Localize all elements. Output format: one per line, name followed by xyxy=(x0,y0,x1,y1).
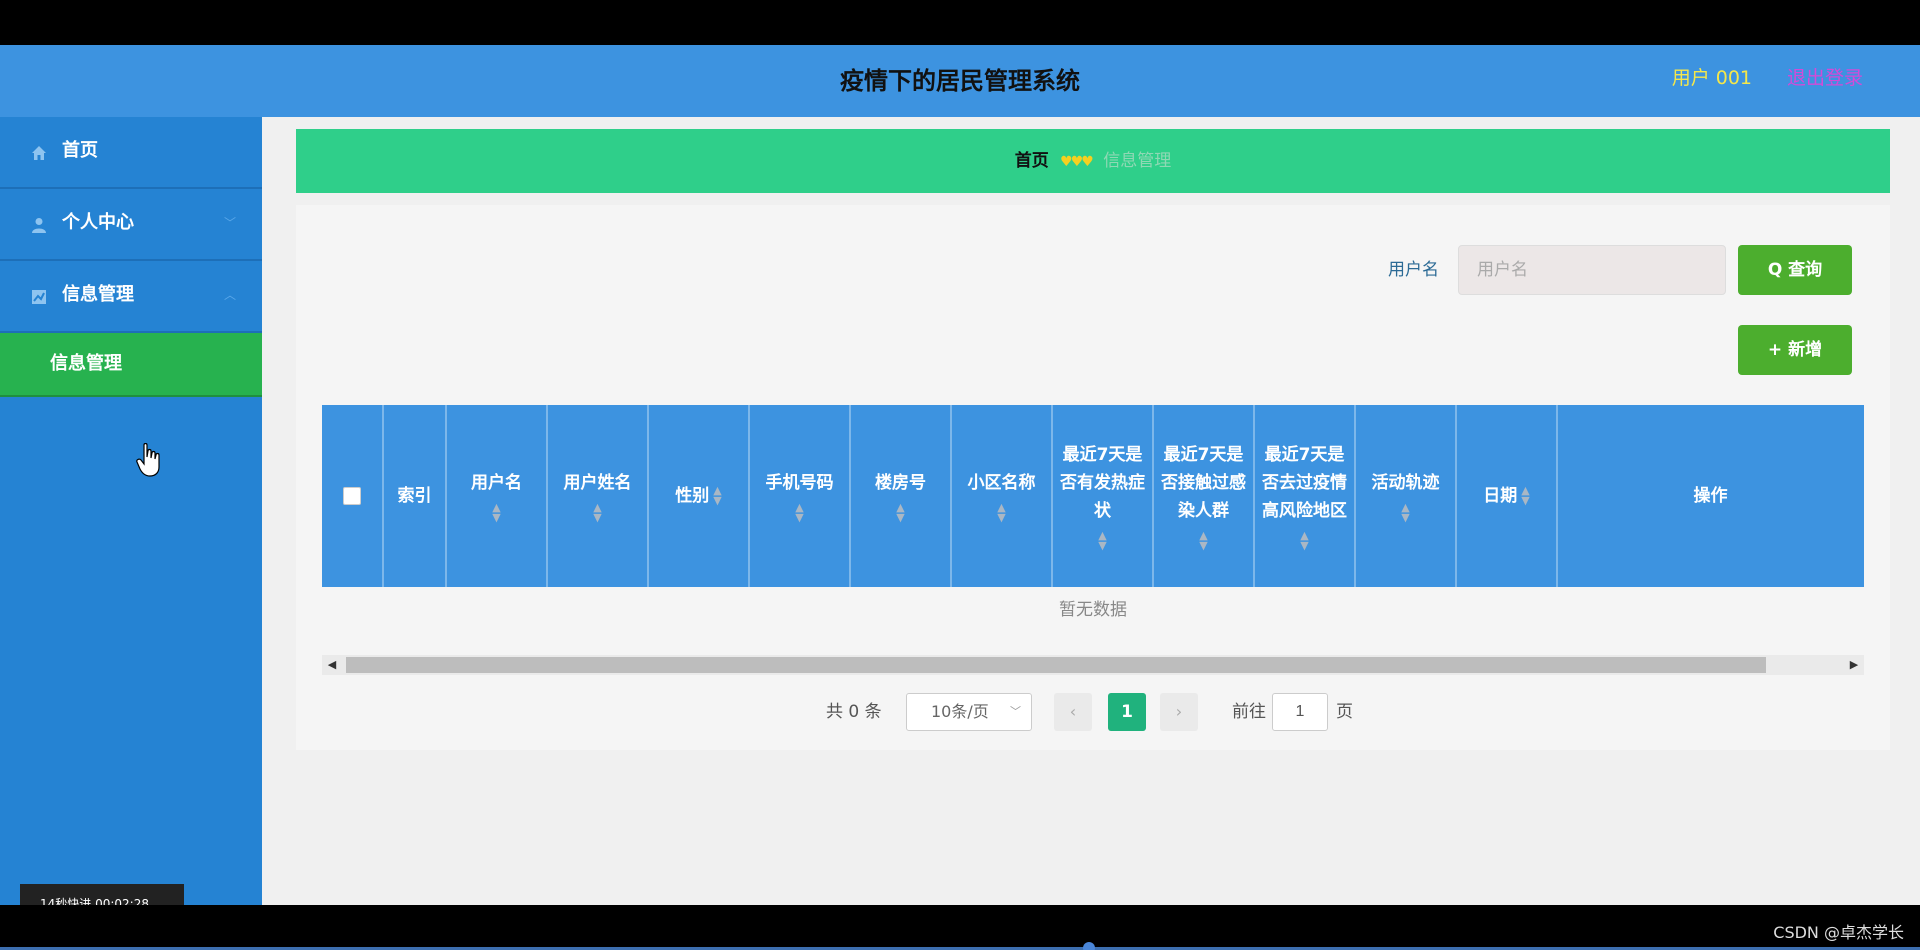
system-title: 疫情下的居民管理系统 xyxy=(840,67,1080,95)
select-all-checkbox[interactable] xyxy=(343,487,361,505)
table-column-header[interactable]: 用户名 ▲ ▼ xyxy=(447,405,548,587)
sidebar-item-label: 信息管理 xyxy=(62,284,134,305)
video-bottom-bar: CSDN @卓杰学长 xyxy=(0,905,1920,950)
sort-icon[interactable]: ▲ ▼ xyxy=(1098,530,1106,551)
sort-icon[interactable]: ▲ ▼ xyxy=(795,502,803,523)
breadcrumb-current: 信息管理 xyxy=(1103,151,1172,171)
table-column-header[interactable]: 手机号码 ▲ ▼ xyxy=(750,405,851,587)
pagination: 共 0 条 10条/页 ﹀ ‹ 1 › 前往 页 xyxy=(296,693,1890,731)
search-label: 用户名 xyxy=(1388,260,1439,280)
sidebar-item-label: 首页 xyxy=(62,140,98,161)
horizontal-scrollbar[interactable]: ◀ ▶ xyxy=(322,655,1864,675)
sidebar-item-info-management[interactable]: 信息管理 ︿ xyxy=(0,261,262,333)
table-column-header: 操作 xyxy=(1558,405,1863,587)
query-button[interactable]: Q 查询 xyxy=(1738,245,1852,295)
sort-icon[interactable]: ▲ ▼ xyxy=(1300,530,1308,551)
data-table: 索引 用户名 ▲ ▼ 用户姓名 ▲ ▼ 性别 ▲ ▼ 手机号码 ▲ ▼ 楼房号 ▲ ▼ 小区名称 ▲ ▼ 最近7天是否… xyxy=(322,405,1864,587)
sort-icon[interactable]: ▲ ▼ xyxy=(492,502,500,523)
table-column-header[interactable]: 最近7天是否去过疫情高风险地区 ▲ ▼ xyxy=(1255,405,1356,587)
column-label: 最近7天是否有发热症状 xyxy=(1060,445,1145,521)
breadcrumb: 首页 ♥♥♥ 信息管理 xyxy=(296,129,1890,193)
table-column-header[interactable]: 用户姓名 ▲ ▼ xyxy=(548,405,649,587)
home-icon xyxy=(32,146,46,160)
table-column-header[interactable]: 活动轨迹 ▲ ▼ xyxy=(1356,405,1457,587)
scroll-thumb[interactable] xyxy=(346,657,1766,673)
heart-separator-icon: ♥♥♥ xyxy=(1060,154,1094,170)
sort-icon[interactable]: ▲ ▼ xyxy=(997,502,1005,523)
watermark: CSDN @卓杰学长 xyxy=(1773,923,1904,942)
column-label: 索引 xyxy=(397,486,432,506)
page-suffix: 页 xyxy=(1336,702,1353,722)
prev-page-button[interactable]: ‹ xyxy=(1054,693,1092,731)
add-button[interactable]: + 新增 xyxy=(1738,325,1852,375)
table-column-header[interactable]: 最近7天是否有发热症状 ▲ ▼ xyxy=(1053,405,1154,587)
chevron-up-icon: ︿ xyxy=(223,288,236,302)
column-label: 楼房号 xyxy=(875,473,926,493)
table-column-header[interactable]: 日期 ▲ ▼ xyxy=(1457,405,1558,587)
goto-label: 前往 xyxy=(1232,702,1266,722)
username-search-input[interactable] xyxy=(1458,245,1726,295)
sort-icon[interactable]: ▲ ▼ xyxy=(1401,502,1409,523)
breadcrumb-home[interactable]: 首页 xyxy=(1015,151,1049,171)
column-label: 最近7天是否接触过感染人群 xyxy=(1161,445,1246,521)
column-label: 最近7天是否去过疫情高风险地区 xyxy=(1262,445,1347,521)
hand-cursor-icon xyxy=(136,443,160,477)
column-label: 活动轨迹 xyxy=(1371,473,1440,493)
scroll-left-icon[interactable]: ◀ xyxy=(322,655,342,675)
sort-icon[interactable]: ▲ ▼ xyxy=(713,485,721,506)
sidebar-item-home[interactable]: 首页 xyxy=(0,117,262,189)
logout-link[interactable]: 退出登录 xyxy=(1787,45,1863,111)
column-label: 性别 xyxy=(675,486,710,506)
video-progress-handle[interactable] xyxy=(1082,942,1095,950)
data-panel: 用户名 Q 查询 + 新增 索引用户名▲▼用户姓名▲▼性别▲▼手机号码▲▼楼房号… xyxy=(296,205,1890,750)
person-icon xyxy=(32,218,46,233)
scroll-right-icon[interactable]: ▶ xyxy=(1844,655,1864,675)
sidebar-item-personal-center[interactable]: 个人中心 ﹀ xyxy=(0,189,262,261)
column-label: 用户姓名 xyxy=(563,473,632,493)
current-user: 用户 001 xyxy=(1671,67,1752,89)
chevron-down-icon: ﹀ xyxy=(223,216,236,230)
column-label: 日期 xyxy=(1483,486,1518,506)
page-number-1[interactable]: 1 xyxy=(1108,693,1146,731)
column-label: 操作 xyxy=(1693,486,1728,506)
column-label: 用户名 xyxy=(471,473,522,493)
sidebar-item-label: 个人中心 xyxy=(62,212,134,233)
video-top-bar xyxy=(0,0,1920,45)
sort-icon[interactable]: ▲ ▼ xyxy=(1199,530,1207,551)
table-column-header[interactable]: 楼房号 ▲ ▼ xyxy=(851,405,952,587)
page-size-select[interactable]: 10条/页 ﹀ xyxy=(906,693,1032,731)
empty-text: 暂无数据 xyxy=(1059,600,1127,620)
table-column-header[interactable]: 性别 ▲ ▼ xyxy=(649,405,750,587)
column-label: 小区名称 xyxy=(967,473,1036,493)
next-page-button[interactable]: › xyxy=(1160,693,1198,731)
table-column-header: 索引 xyxy=(384,405,447,587)
sidebar-subitem-info-management[interactable]: 信息管理 xyxy=(0,333,262,397)
app-header: 疫情下的居民管理系统 用户 001 退出登录 xyxy=(0,45,1920,117)
page-size-value: 10条/页 xyxy=(931,702,989,721)
table-column-header[interactable]: 最近7天是否接触过感染人群 ▲ ▼ xyxy=(1154,405,1255,587)
table-column-header[interactable] xyxy=(322,405,384,587)
app-window: 疫情下的居民管理系统 用户 001 退出登录 首页 个人中心 ﹀ 信息管理 ︿ … xyxy=(0,45,1920,905)
column-label: 手机号码 xyxy=(765,473,834,493)
sort-icon[interactable]: ▲ ▼ xyxy=(593,502,601,523)
total-count: 共 0 条 xyxy=(826,702,882,722)
sort-icon[interactable]: ▲ ▼ xyxy=(896,502,904,523)
sort-icon[interactable]: ▲ ▼ xyxy=(1521,485,1529,506)
table-column-header[interactable]: 小区名称 ▲ ▼ xyxy=(952,405,1053,587)
goto-page-input[interactable] xyxy=(1272,693,1328,731)
chart-icon xyxy=(32,290,46,304)
main-content: 首页 ♥♥♥ 信息管理 用户名 Q 查询 + 新增 索引用户名▲▼用户姓名▲▼性… xyxy=(262,117,1920,905)
chevron-down-icon: ﹀ xyxy=(1010,705,1021,718)
sidebar: 首页 个人中心 ﹀ 信息管理 ︿ 信息管理 xyxy=(0,117,262,905)
table-header: 索引 用户名 ▲ ▼ 用户姓名 ▲ ▼ 性别 ▲ ▼ 手机号码 ▲ ▼ 楼房号 ▲ ▼ 小区名称 ▲ ▼ 最近7天是否… xyxy=(322,405,1864,587)
